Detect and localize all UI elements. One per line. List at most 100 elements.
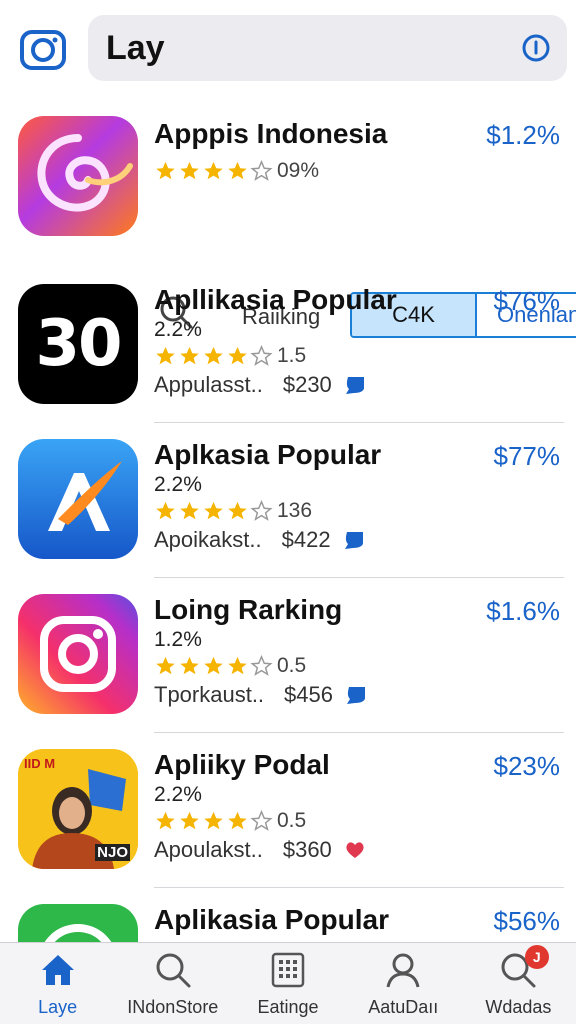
- star-empty-icon: [250, 500, 273, 521]
- camera-icon[interactable]: [20, 28, 66, 70]
- app-category: Apoulakst..: [154, 837, 263, 862]
- app-meta: Apoulakst.. $360: [154, 837, 366, 863]
- green-app-icon[interactable]: [18, 904, 138, 942]
- tab-label: INdonStore: [127, 997, 219, 1017]
- list-item[interactable]: Apppis Indonesia $1.2% 09% Raiiking C4K …: [0, 96, 576, 338]
- star-icon: [156, 811, 175, 830]
- brush-app-icon[interactable]: [18, 439, 138, 559]
- list-item[interactable]: Aplkasia Popular $77% 2.2% 136 Apoikakst…: [0, 423, 576, 579]
- star-icon: [180, 811, 199, 830]
- star-rating: [154, 810, 274, 832]
- app-price: $76%: [493, 286, 561, 316]
- star-icon: [180, 501, 199, 520]
- tab-label: AatuDaıı: [368, 997, 439, 1017]
- chat-bubble-icon: [345, 377, 364, 394]
- app-meta: Appulasst.. $230: [154, 372, 366, 398]
- app-list: Apppis Indonesia $1.2% 09% Raiiking C4K …: [0, 96, 576, 942]
- rating: 1.5: [154, 343, 306, 369]
- list-item[interactable]: 30 Apllikasia Popular $76% 2.2% 1.5 Appu…: [0, 268, 576, 424]
- tab-aatudaii[interactable]: AatuDaıı: [346, 943, 461, 1024]
- 30-app-icon[interactable]: 30: [18, 284, 138, 404]
- app-meta-price: $360: [282, 837, 332, 862]
- star-icon: [204, 811, 223, 830]
- star-icon: [228, 656, 247, 675]
- app-price: $23%: [493, 751, 561, 781]
- tab-bar: Laye INdonStore Eatinge AatuDaıı J Wdada…: [0, 942, 576, 1024]
- star-empty-icon: [250, 810, 273, 831]
- app-name: Apllikasia Popular: [154, 284, 397, 315]
- app-price: $56%: [493, 906, 561, 936]
- tab-label: Laye: [38, 997, 78, 1017]
- rating-value: 136: [277, 499, 313, 522]
- rating: 136: [154, 498, 312, 524]
- star-icon: [204, 501, 223, 520]
- star-icon: [228, 501, 247, 520]
- app-meta-price: $456: [284, 682, 333, 707]
- rating-value: 09%: [277, 159, 320, 182]
- rating-value: 0.5: [277, 654, 307, 677]
- star-rating: [154, 500, 274, 522]
- tab-laye[interactable]: Laye: [0, 943, 115, 1024]
- app-subtitle: 2.2%: [154, 473, 202, 496]
- star-empty-icon: [250, 160, 273, 181]
- app-name: Apppis Indonesia: [154, 118, 388, 149]
- app-price: $1.6%: [486, 596, 560, 626]
- star-icon: [204, 161, 223, 180]
- star-icon: [156, 656, 175, 675]
- list-item[interactable]: Aplikasia Popular $56%: [0, 888, 576, 942]
- star-icon: [180, 161, 199, 180]
- star-icon: [228, 161, 247, 180]
- star-empty-icon: [250, 345, 273, 366]
- star-icon: [228, 346, 247, 365]
- rating: 0.5: [154, 808, 306, 834]
- app-meta-price: $422: [281, 527, 331, 552]
- instagram-app-icon[interactable]: [18, 594, 138, 714]
- notification-badge: J: [524, 945, 549, 969]
- star-rating: [154, 160, 274, 182]
- app-meta: Apoikakst.. $422: [154, 527, 365, 553]
- app-meta: Tporkaust.. $456: [154, 682, 367, 708]
- app-subtitle: 2.2%: [154, 318, 202, 341]
- star-rating: [154, 345, 274, 367]
- list-item[interactable]: Loing Rarking $1.6% 1.2% 0.5 Tporkaust..…: [0, 578, 576, 734]
- rating-value: 1.5: [277, 344, 307, 367]
- header: Lay: [0, 0, 576, 96]
- home-icon: [41, 955, 74, 985]
- star-icon: [156, 161, 175, 180]
- app-name: Loing Rarking: [154, 594, 343, 625]
- app-subtitle: 2.2%: [154, 783, 202, 806]
- star-icon: [228, 811, 247, 830]
- app-subtitle: 1.2%: [154, 628, 202, 651]
- chat-bubble-icon: [347, 687, 365, 704]
- tab-eatinge[interactable]: Eatinge: [230, 943, 345, 1024]
- star-empty-icon: [250, 655, 273, 676]
- search-bar[interactable]: Lay: [88, 15, 567, 81]
- search-input[interactable]: Lay: [106, 29, 165, 68]
- portrait-app-icon[interactable]: IID M NJO: [18, 749, 138, 869]
- app-category: Apoikakst..: [154, 527, 262, 552]
- swirl-app-icon[interactable]: [18, 116, 138, 236]
- tab-label: Eatinge: [257, 997, 319, 1017]
- search-icon: [156, 953, 191, 988]
- app-icon-text: 30: [35, 307, 122, 381]
- rating: 09%: [154, 158, 319, 184]
- info-icon[interactable]: [521, 33, 551, 63]
- star-icon: [180, 656, 199, 675]
- chat-bubble-icon: [344, 532, 363, 549]
- app-price: $1.2%: [486, 120, 560, 150]
- app-category: Appulasst..: [154, 372, 263, 397]
- list-item[interactable]: IID M NJO Apliiky Podal $23% 2.2% 0.5 Ap…: [0, 733, 576, 889]
- tab-indonstore[interactable]: INdonStore: [115, 943, 230, 1024]
- star-icon: [156, 501, 175, 520]
- app-name: Apliiky Podal: [154, 749, 330, 780]
- tab-label: Wdadas: [485, 997, 552, 1017]
- heart-bubble-icon: [346, 842, 364, 858]
- star-icon: [180, 346, 199, 365]
- app-name: Aplikasia Popular: [154, 904, 389, 935]
- rating: 0.5: [154, 653, 306, 679]
- star-icon: [204, 656, 223, 675]
- app-icon-text: IID M: [24, 756, 56, 771]
- star-icon: [204, 346, 223, 365]
- tab-wdadas[interactable]: J Wdadas: [461, 943, 576, 1024]
- person-icon: [386, 953, 420, 988]
